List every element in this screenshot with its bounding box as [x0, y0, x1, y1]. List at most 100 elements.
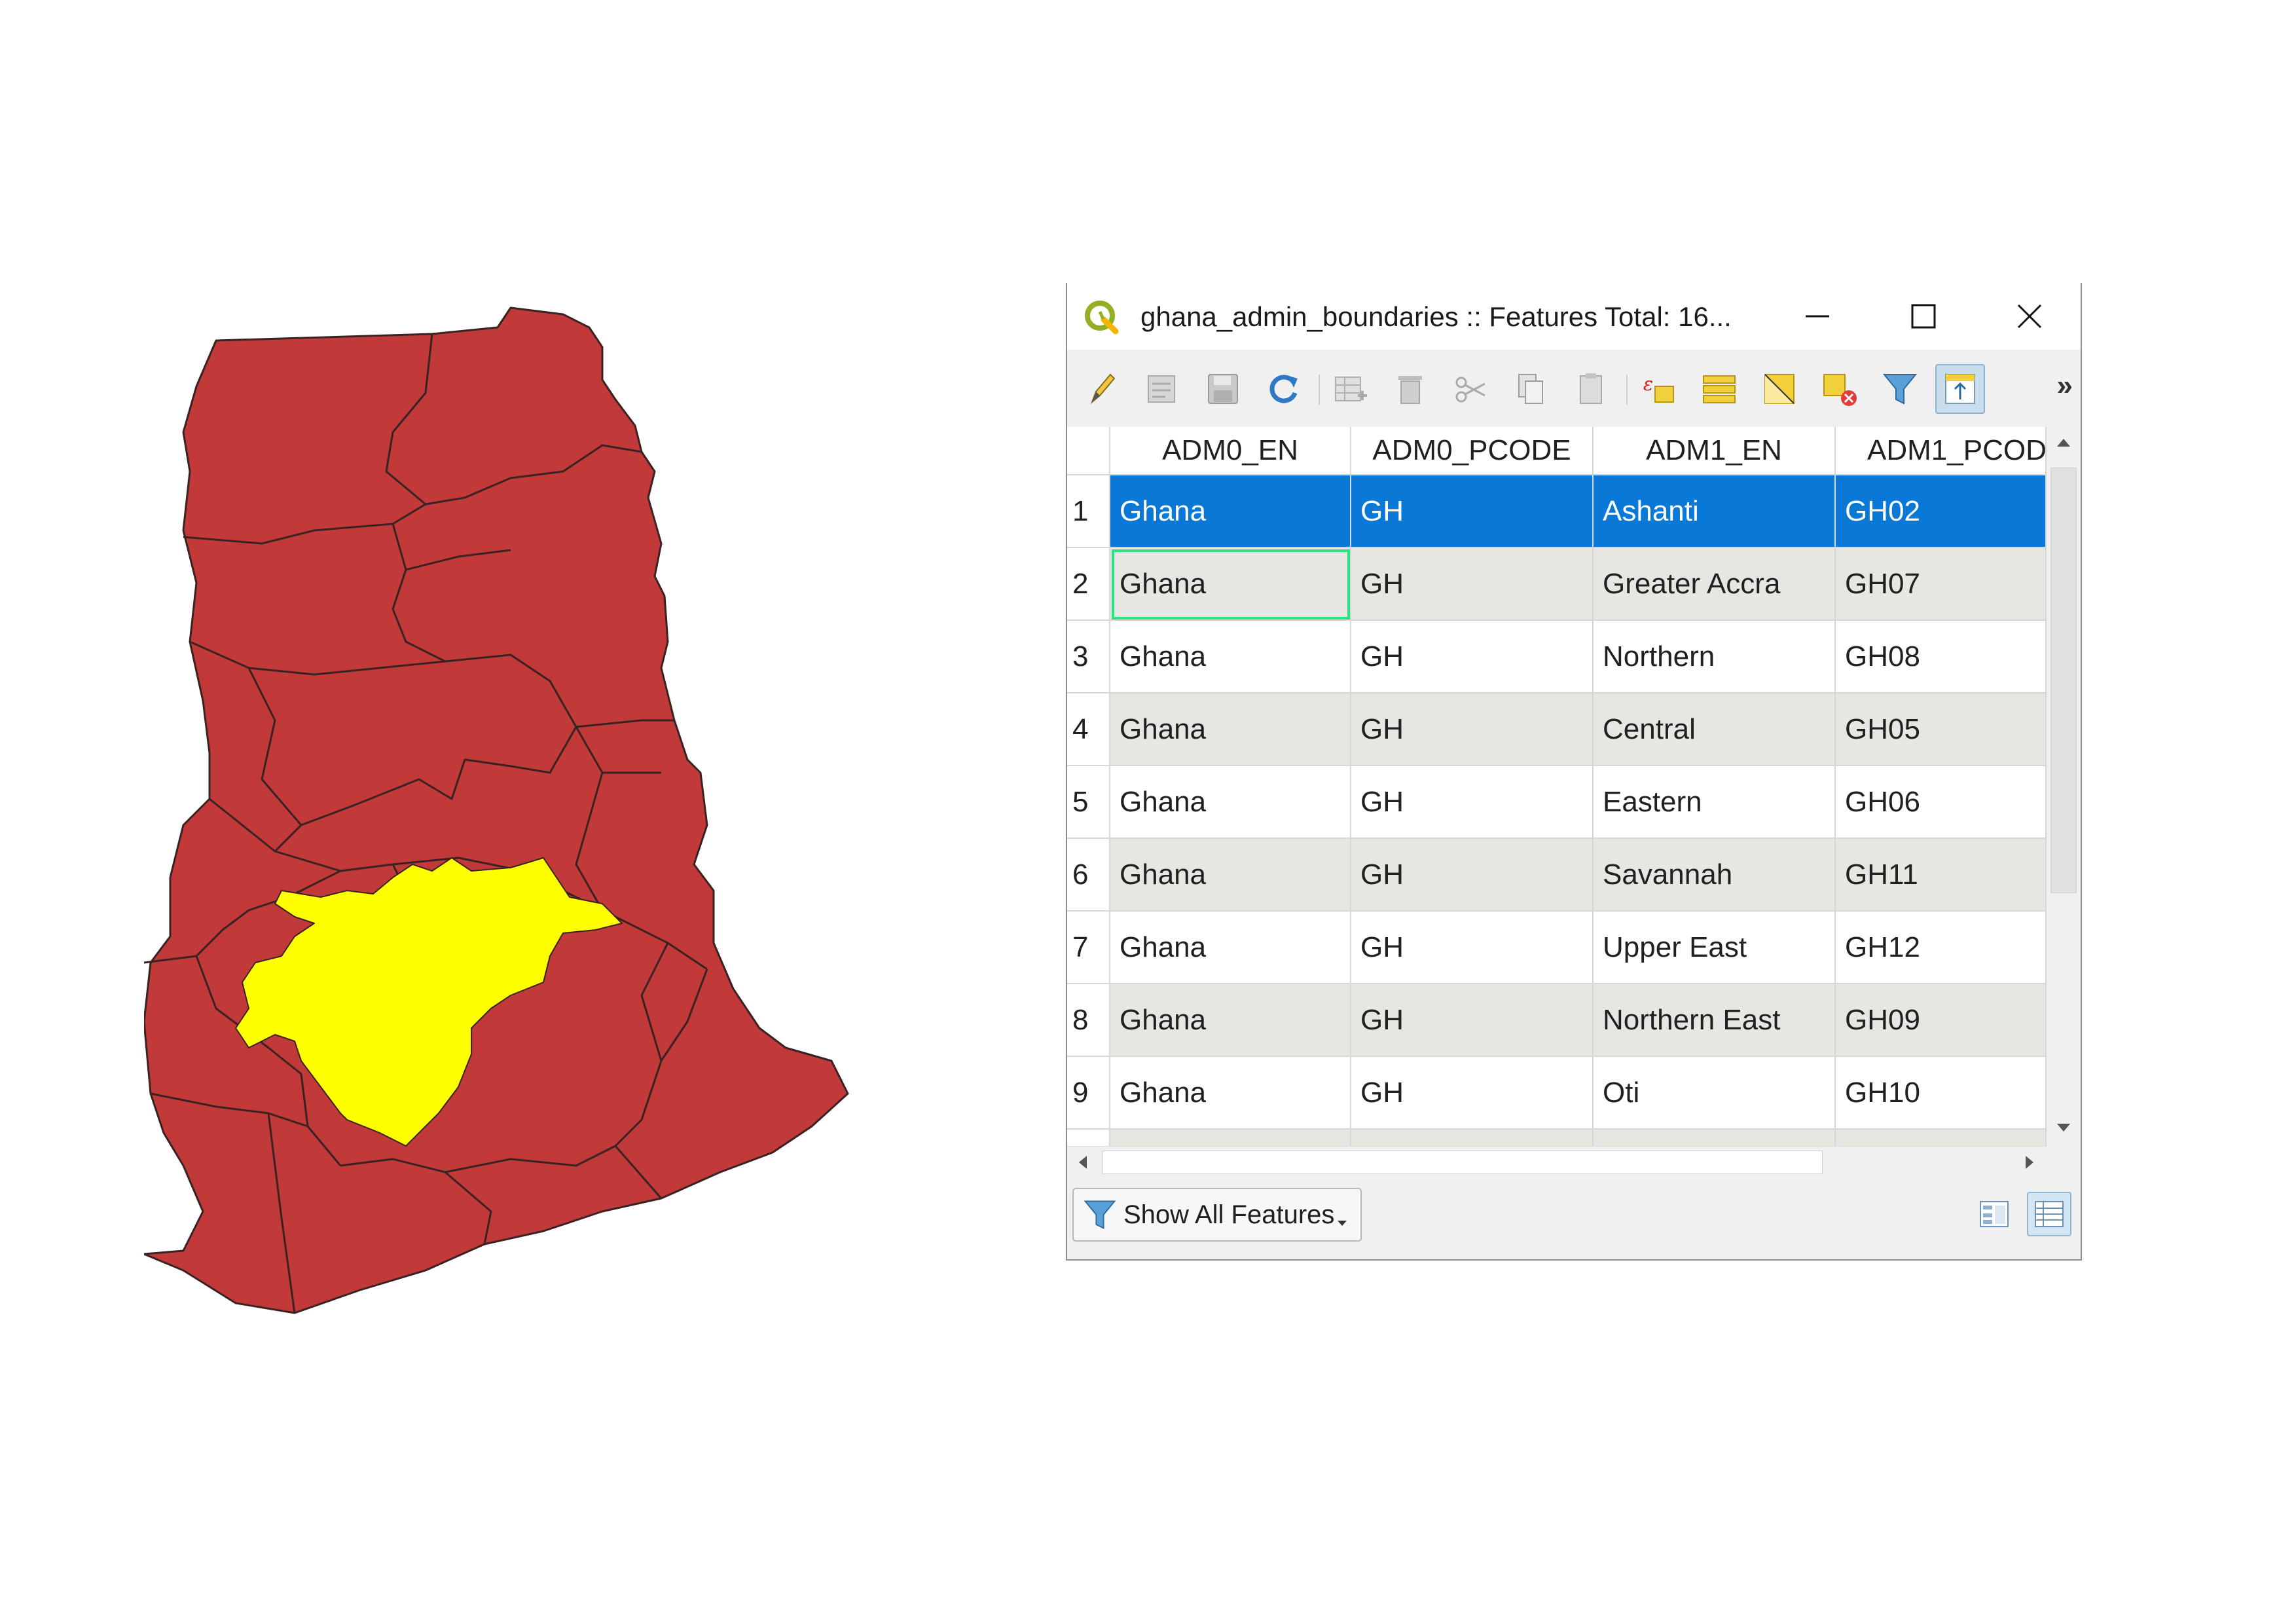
add-feature-button[interactable]: [1325, 364, 1375, 414]
select-all-button[interactable]: [1694, 364, 1744, 414]
minimize-button[interactable]: [1765, 283, 1870, 350]
table-cell-adm0-en[interactable]: Ghana: [1110, 766, 1351, 839]
table-cell-adm0-pcode[interactable]: GH: [1351, 1057, 1594, 1130]
table-cell-adm1-pcode[interactable]: GH07: [1836, 548, 2047, 621]
maximize-button[interactable]: [1871, 283, 1976, 350]
table-cell-adm1-en[interactable]: Northern: [1594, 621, 1836, 693]
table-cell-adm0-pcode[interactable]: GH: [1351, 912, 1594, 984]
table-cell-adm1-pcode[interactable]: GH05: [1836, 693, 2047, 766]
toggle-editing-button[interactable]: [1078, 364, 1127, 414]
table-cell-adm0-en[interactable]: Ghana: [1110, 621, 1351, 693]
vertical-scrollbar[interactable]: [2047, 427, 2081, 1146]
close-button[interactable]: [1977, 283, 2082, 350]
table-cell-adm0-pcode[interactable]: GH: [1351, 766, 1594, 839]
table-row[interactable]: 2 Ghana GH Greater Accra GH07: [1067, 548, 2047, 621]
table-cell-adm1-en[interactable]: Eastern: [1594, 766, 1836, 839]
table-cell-adm0-pcode[interactable]: [1351, 1130, 1594, 1146]
table-row[interactable]: 3 Ghana GH Northern GH08: [1067, 621, 2047, 693]
table-cell-adm1-pcode[interactable]: GH08: [1836, 621, 2047, 693]
row-number[interactable]: 2: [1067, 548, 1110, 621]
table-cell-adm1-pcode[interactable]: GH11: [1836, 839, 2047, 912]
row-number[interactable]: 7: [1067, 912, 1110, 984]
column-header-adm1-pcode[interactable]: ADM1_PCODE: [1836, 427, 2047, 475]
row-number[interactable]: 5: [1067, 766, 1110, 839]
table-cell-adm1-en[interactable]: Upper East: [1594, 912, 1836, 984]
horizontal-scroll-thumb[interactable]: [1102, 1151, 1823, 1174]
table-cell-adm0-en[interactable]: Ghana: [1110, 1057, 1351, 1130]
table-cell-adm0-pcode[interactable]: GH: [1351, 621, 1594, 693]
table-cell-adm0-pcode[interactable]: GH: [1351, 475, 1594, 548]
table-cell-adm1-pcode[interactable]: GH02: [1836, 475, 2047, 548]
row-number[interactable]: [1067, 1130, 1110, 1146]
table-cell-adm1-pcode[interactable]: [1836, 1130, 2047, 1146]
table-row[interactable]: 5 Ghana GH Eastern GH06: [1067, 766, 2047, 839]
table-cell-adm1-en[interactable]: Ashanti: [1594, 475, 1836, 548]
table-view-button[interactable]: [2027, 1192, 2071, 1236]
table-cell-adm0-pcode[interactable]: GH: [1351, 548, 1594, 621]
table-row[interactable]: 1 Ghana GH Ashanti GH02: [1067, 475, 2047, 548]
maximize-icon: [1911, 304, 1936, 329]
table-row[interactable]: 8 Ghana GH Northern East GH09: [1067, 984, 2047, 1057]
table-cell-adm1-pcode[interactable]: GH10: [1836, 1057, 2047, 1130]
row-number[interactable]: 6: [1067, 839, 1110, 912]
add-feature-icon: [1335, 377, 1367, 401]
row-number[interactable]: 4: [1067, 693, 1110, 766]
form-view-icon: [1980, 1201, 2009, 1227]
horizontal-scrollbar[interactable]: [1067, 1146, 2047, 1178]
table-cell-adm1-en[interactable]: [1594, 1130, 1836, 1146]
table-cell-adm0-en[interactable]: Ghana: [1110, 984, 1351, 1057]
select-by-expression-button[interactable]: ε: [1634, 364, 1684, 414]
attribute-table-toolbar: ε »: [1067, 350, 2081, 428]
table-cell-adm1-pcode[interactable]: GH09: [1836, 984, 2047, 1057]
column-header-adm0-pcode[interactable]: ADM0_PCODE: [1351, 427, 1594, 475]
table-cell-adm0-pcode[interactable]: GH: [1351, 693, 1594, 766]
reload-button[interactable]: [1258, 364, 1308, 414]
ghana-regions-map: [144, 306, 849, 1314]
table-cell-adm0-en[interactable]: Ghana: [1110, 475, 1351, 548]
table-row[interactable]: 9 Ghana GH Oti GH10: [1067, 1057, 2047, 1130]
form-view-button[interactable]: [1972, 1192, 2016, 1236]
cut-icon: [1455, 377, 1485, 403]
minimize-icon: [1806, 315, 1829, 318]
table-cell-adm0-en[interactable]: Ghana: [1110, 548, 1351, 621]
column-header-adm1-en[interactable]: ADM1_EN: [1594, 427, 1836, 475]
table-row[interactable]: [1067, 1130, 2047, 1146]
deselect-all-button[interactable]: [1815, 364, 1865, 414]
vertical-scroll-thumb[interactable]: [2050, 468, 2077, 893]
table-cell-adm0-en[interactable]: [1110, 1130, 1351, 1146]
table-cell-adm0-pcode[interactable]: GH: [1351, 984, 1594, 1057]
table-row[interactable]: 6 Ghana GH Savannah GH11: [1067, 839, 2047, 912]
feature-filter-dropdown[interactable]: Show All Features: [1072, 1188, 1362, 1242]
move-selection-to-top-icon: [1945, 374, 1975, 404]
table-cell-adm0-en[interactable]: Ghana: [1110, 693, 1351, 766]
table-cell-adm1-en[interactable]: Northern East: [1594, 984, 1836, 1057]
cut-button[interactable]: [1446, 364, 1495, 414]
filter-icon: [1882, 374, 1918, 405]
table-row[interactable]: 7 Ghana GH Upper East GH12: [1067, 912, 2047, 984]
table-row[interactable]: 4 Ghana GH Central GH05: [1067, 693, 2047, 766]
copy-button[interactable]: [1506, 364, 1556, 414]
delete-feature-button[interactable]: [1385, 364, 1435, 414]
toolbar-overflow-button[interactable]: »: [2057, 369, 2073, 402]
window-title: ghana_admin_boundaries :: Features Total…: [1140, 301, 1732, 332]
row-number[interactable]: 9: [1067, 1057, 1110, 1130]
row-number[interactable]: 3: [1067, 621, 1110, 693]
table-cell-adm1-pcode[interactable]: GH06: [1836, 766, 2047, 839]
row-number[interactable]: 1: [1067, 475, 1110, 548]
row-number[interactable]: 8: [1067, 984, 1110, 1057]
table-cell-adm0-en[interactable]: Ghana: [1110, 912, 1351, 984]
table-cell-adm1-en[interactable]: Oti: [1594, 1057, 1836, 1130]
table-cell-adm0-en[interactable]: Ghana: [1110, 839, 1351, 912]
table-cell-adm1-pcode[interactable]: GH12: [1836, 912, 2047, 984]
multi-edit-button[interactable]: [1138, 364, 1188, 414]
table-cell-adm1-en[interactable]: Greater Accra: [1594, 548, 1836, 621]
paste-button[interactable]: [1566, 364, 1616, 414]
filter-button[interactable]: [1875, 364, 1925, 414]
table-cell-adm0-pcode[interactable]: GH: [1351, 839, 1594, 912]
column-header-adm0-en[interactable]: ADM0_EN: [1110, 427, 1351, 475]
invert-selection-button[interactable]: [1755, 364, 1804, 414]
save-edits-button[interactable]: [1198, 364, 1248, 414]
move-selection-to-top-button[interactable]: [1935, 364, 1985, 414]
table-cell-adm1-en[interactable]: Central: [1594, 693, 1836, 766]
table-cell-adm1-en[interactable]: Savannah: [1594, 839, 1836, 912]
